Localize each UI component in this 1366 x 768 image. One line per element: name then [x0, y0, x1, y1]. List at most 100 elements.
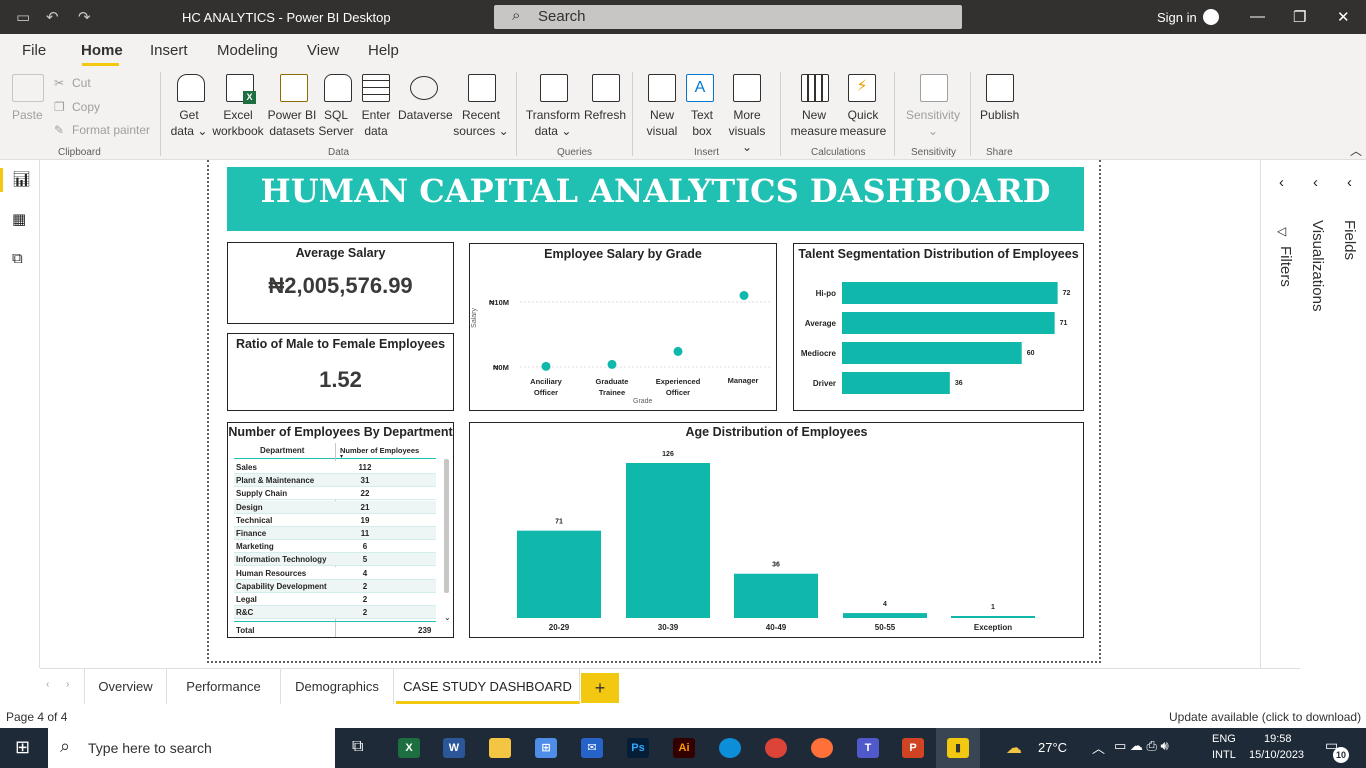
table-row[interactable]: Sales 112: [234, 461, 436, 474]
visualizations-collapse-icon[interactable]: ‹: [1313, 174, 1318, 191]
scatter-point[interactable]: [607, 359, 617, 369]
taskbar-search[interactable]: ⌕ Type here to search: [48, 728, 335, 768]
more-visuals-button[interactable]: More visuals ⌄: [722, 107, 772, 155]
tray-icons[interactable]: ▭ ☁ ⎙ 🔊︎: [1114, 738, 1169, 754]
weather-temp[interactable]: 27°C: [1038, 740, 1067, 755]
new-measure-button[interactable]: New measure: [790, 107, 838, 139]
table-row[interactable]: Finance 11: [234, 527, 436, 540]
scatter-point[interactable]: [541, 361, 551, 371]
age-bar[interactable]: [734, 573, 818, 618]
table-row[interactable]: R&C 2: [234, 606, 436, 620]
get-data-button[interactable]: Get data ⌄: [169, 107, 209, 139]
talent-bar[interactable]: [842, 312, 1055, 334]
model-view-icon[interactable]: ⧉: [12, 250, 23, 267]
age-bar[interactable]: [843, 613, 927, 618]
talent-segmentation-chart[interactable]: Talent Segmentation Distribution of Empl…: [793, 243, 1084, 411]
menu-home[interactable]: Home: [81, 42, 123, 59]
avg-salary-card[interactable]: Average Salary ₦2,005,576.99: [227, 242, 454, 324]
table-row[interactable]: Capability Development 2: [234, 579, 436, 593]
mail-icon[interactable]: ✉: [581, 738, 603, 758]
publish-button[interactable]: Publish: [980, 107, 1019, 123]
table-row[interactable]: Design 21: [234, 500, 436, 514]
task-view-icon[interactable]: ⧉: [352, 738, 363, 756]
new-visual-button[interactable]: New visual: [642, 107, 682, 139]
tab-prev-icon[interactable]: ‹: [46, 679, 49, 690]
paste-button[interactable]: Paste: [12, 107, 43, 123]
excel-app-icon[interactable]: X: [398, 738, 420, 758]
powerpoint-icon[interactable]: P: [902, 738, 924, 758]
report-view-icon[interactable]: 📊︎: [12, 170, 31, 188]
tab-case-study-dashboard[interactable]: CASE STUDY DASHBOARD: [396, 669, 580, 704]
quick-measure-button[interactable]: Quick measure: [838, 107, 888, 139]
table-row[interactable]: Technical 19: [234, 513, 436, 527]
notification-count[interactable]: 10: [1333, 747, 1349, 763]
dept-col-count[interactable]: Number of Employees: [340, 446, 419, 455]
table-row[interactable]: Legal 2: [234, 593, 436, 606]
chrome-icon[interactable]: [765, 738, 787, 758]
visualizations-pane-label[interactable]: Visualizations: [1309, 220, 1326, 311]
table-row[interactable]: Marketing 6: [234, 540, 436, 554]
tab-overview[interactable]: Overview: [84, 669, 167, 704]
maximize-icon[interactable]: ❐: [1293, 8, 1306, 26]
ratio-card[interactable]: Ratio of Male to Female Employees 1.52: [227, 333, 454, 411]
windows-start-icon[interactable]: ⊞: [15, 737, 30, 758]
cut-button[interactable]: Cut: [72, 75, 91, 91]
fields-pane-label[interactable]: Fields: [1341, 220, 1358, 260]
lang-ime-1[interactable]: ENG: [1212, 733, 1236, 745]
undo-icon[interactable]: ↶: [46, 8, 59, 26]
scroll-down-icon[interactable]: ⌄: [444, 613, 451, 622]
format-painter-button[interactable]: Format painter: [72, 122, 150, 138]
menu-view[interactable]: View: [307, 42, 339, 59]
sql-server-button[interactable]: SQL Server: [316, 107, 356, 139]
dept-scrollbar[interactable]: [444, 459, 449, 593]
menu-insert[interactable]: Insert: [150, 42, 188, 59]
text-box-button[interactable]: Text box: [682, 107, 722, 139]
talent-bar[interactable]: [842, 282, 1058, 304]
scatter-point[interactable]: [673, 346, 683, 356]
weather-icon[interactable]: ☁: [1006, 738, 1022, 758]
powerbi-taskbar-button[interactable]: ▮: [936, 728, 980, 768]
tab-next-icon[interactable]: ›: [66, 679, 69, 690]
fields-collapse-icon[interactable]: ‹: [1347, 174, 1352, 191]
clock-date[interactable]: 15/10/2023: [1249, 749, 1304, 761]
photoshop-icon[interactable]: Ps: [627, 738, 649, 758]
tray-chevron-icon[interactable]: ︿: [1092, 738, 1105, 757]
clock-time[interactable]: 19:58: [1264, 733, 1292, 745]
collapse-ribbon-icon[interactable]: ︿: [1350, 142, 1362, 159]
filters-pane-label[interactable]: Filters: [1277, 246, 1294, 287]
update-available-link[interactable]: Update available (click to download): [1169, 710, 1361, 724]
excel-workbook-button[interactable]: Excel workbook: [208, 107, 268, 139]
illustrator-icon[interactable]: Ai: [673, 738, 695, 758]
save-icon[interactable]: ▭: [16, 8, 30, 26]
edge-icon[interactable]: [719, 738, 741, 758]
dept-col-department[interactable]: Department: [260, 446, 304, 455]
teams-icon[interactable]: T: [857, 738, 879, 758]
redo-icon[interactable]: ↷: [78, 8, 91, 26]
scatter-point[interactable]: [739, 291, 749, 300]
file-explorer-icon[interactable]: [489, 738, 511, 758]
dept-table-card[interactable]: Number of Employees By Department Depart…: [227, 422, 454, 638]
dataverse-button[interactable]: Dataverse: [398, 107, 453, 123]
filters-collapse-icon[interactable]: ‹: [1279, 174, 1284, 191]
sensitivity-button[interactable]: Sensitivity ⌄: [902, 107, 964, 139]
recent-sources-button[interactable]: Recent sources ⌄: [452, 107, 510, 139]
age-distribution-chart[interactable]: Age Distribution of Employees 71 20-29 126…: [469, 422, 1084, 638]
sign-in-link[interactable]: Sign in: [1157, 10, 1197, 25]
transform-data-button[interactable]: Transform data ⌄: [524, 107, 582, 139]
table-row[interactable]: Supply Chain 22: [234, 487, 436, 501]
tab-performance[interactable]: Performance: [167, 669, 281, 704]
tab-demographics[interactable]: Demographics: [281, 669, 394, 704]
word-app-icon[interactable]: W: [443, 738, 465, 758]
add-page-button[interactable]: +: [581, 673, 619, 703]
salary-grade-chart[interactable]: Employee Salary by Grade Salary ₦10M ₦0M…: [469, 243, 777, 411]
menu-help[interactable]: Help: [368, 42, 399, 59]
firefox-icon[interactable]: [811, 738, 833, 758]
table-row[interactable]: Human Resources 4: [234, 566, 436, 580]
menu-modeling[interactable]: Modeling: [217, 42, 278, 59]
minimize-icon[interactable]: —: [1250, 8, 1265, 25]
refresh-button[interactable]: Refresh: [584, 107, 626, 123]
copy-button[interactable]: Copy: [72, 99, 100, 115]
store-icon[interactable]: ⊞: [535, 738, 557, 758]
age-bar[interactable]: [626, 463, 710, 618]
close-icon[interactable]: ✕: [1337, 8, 1350, 26]
